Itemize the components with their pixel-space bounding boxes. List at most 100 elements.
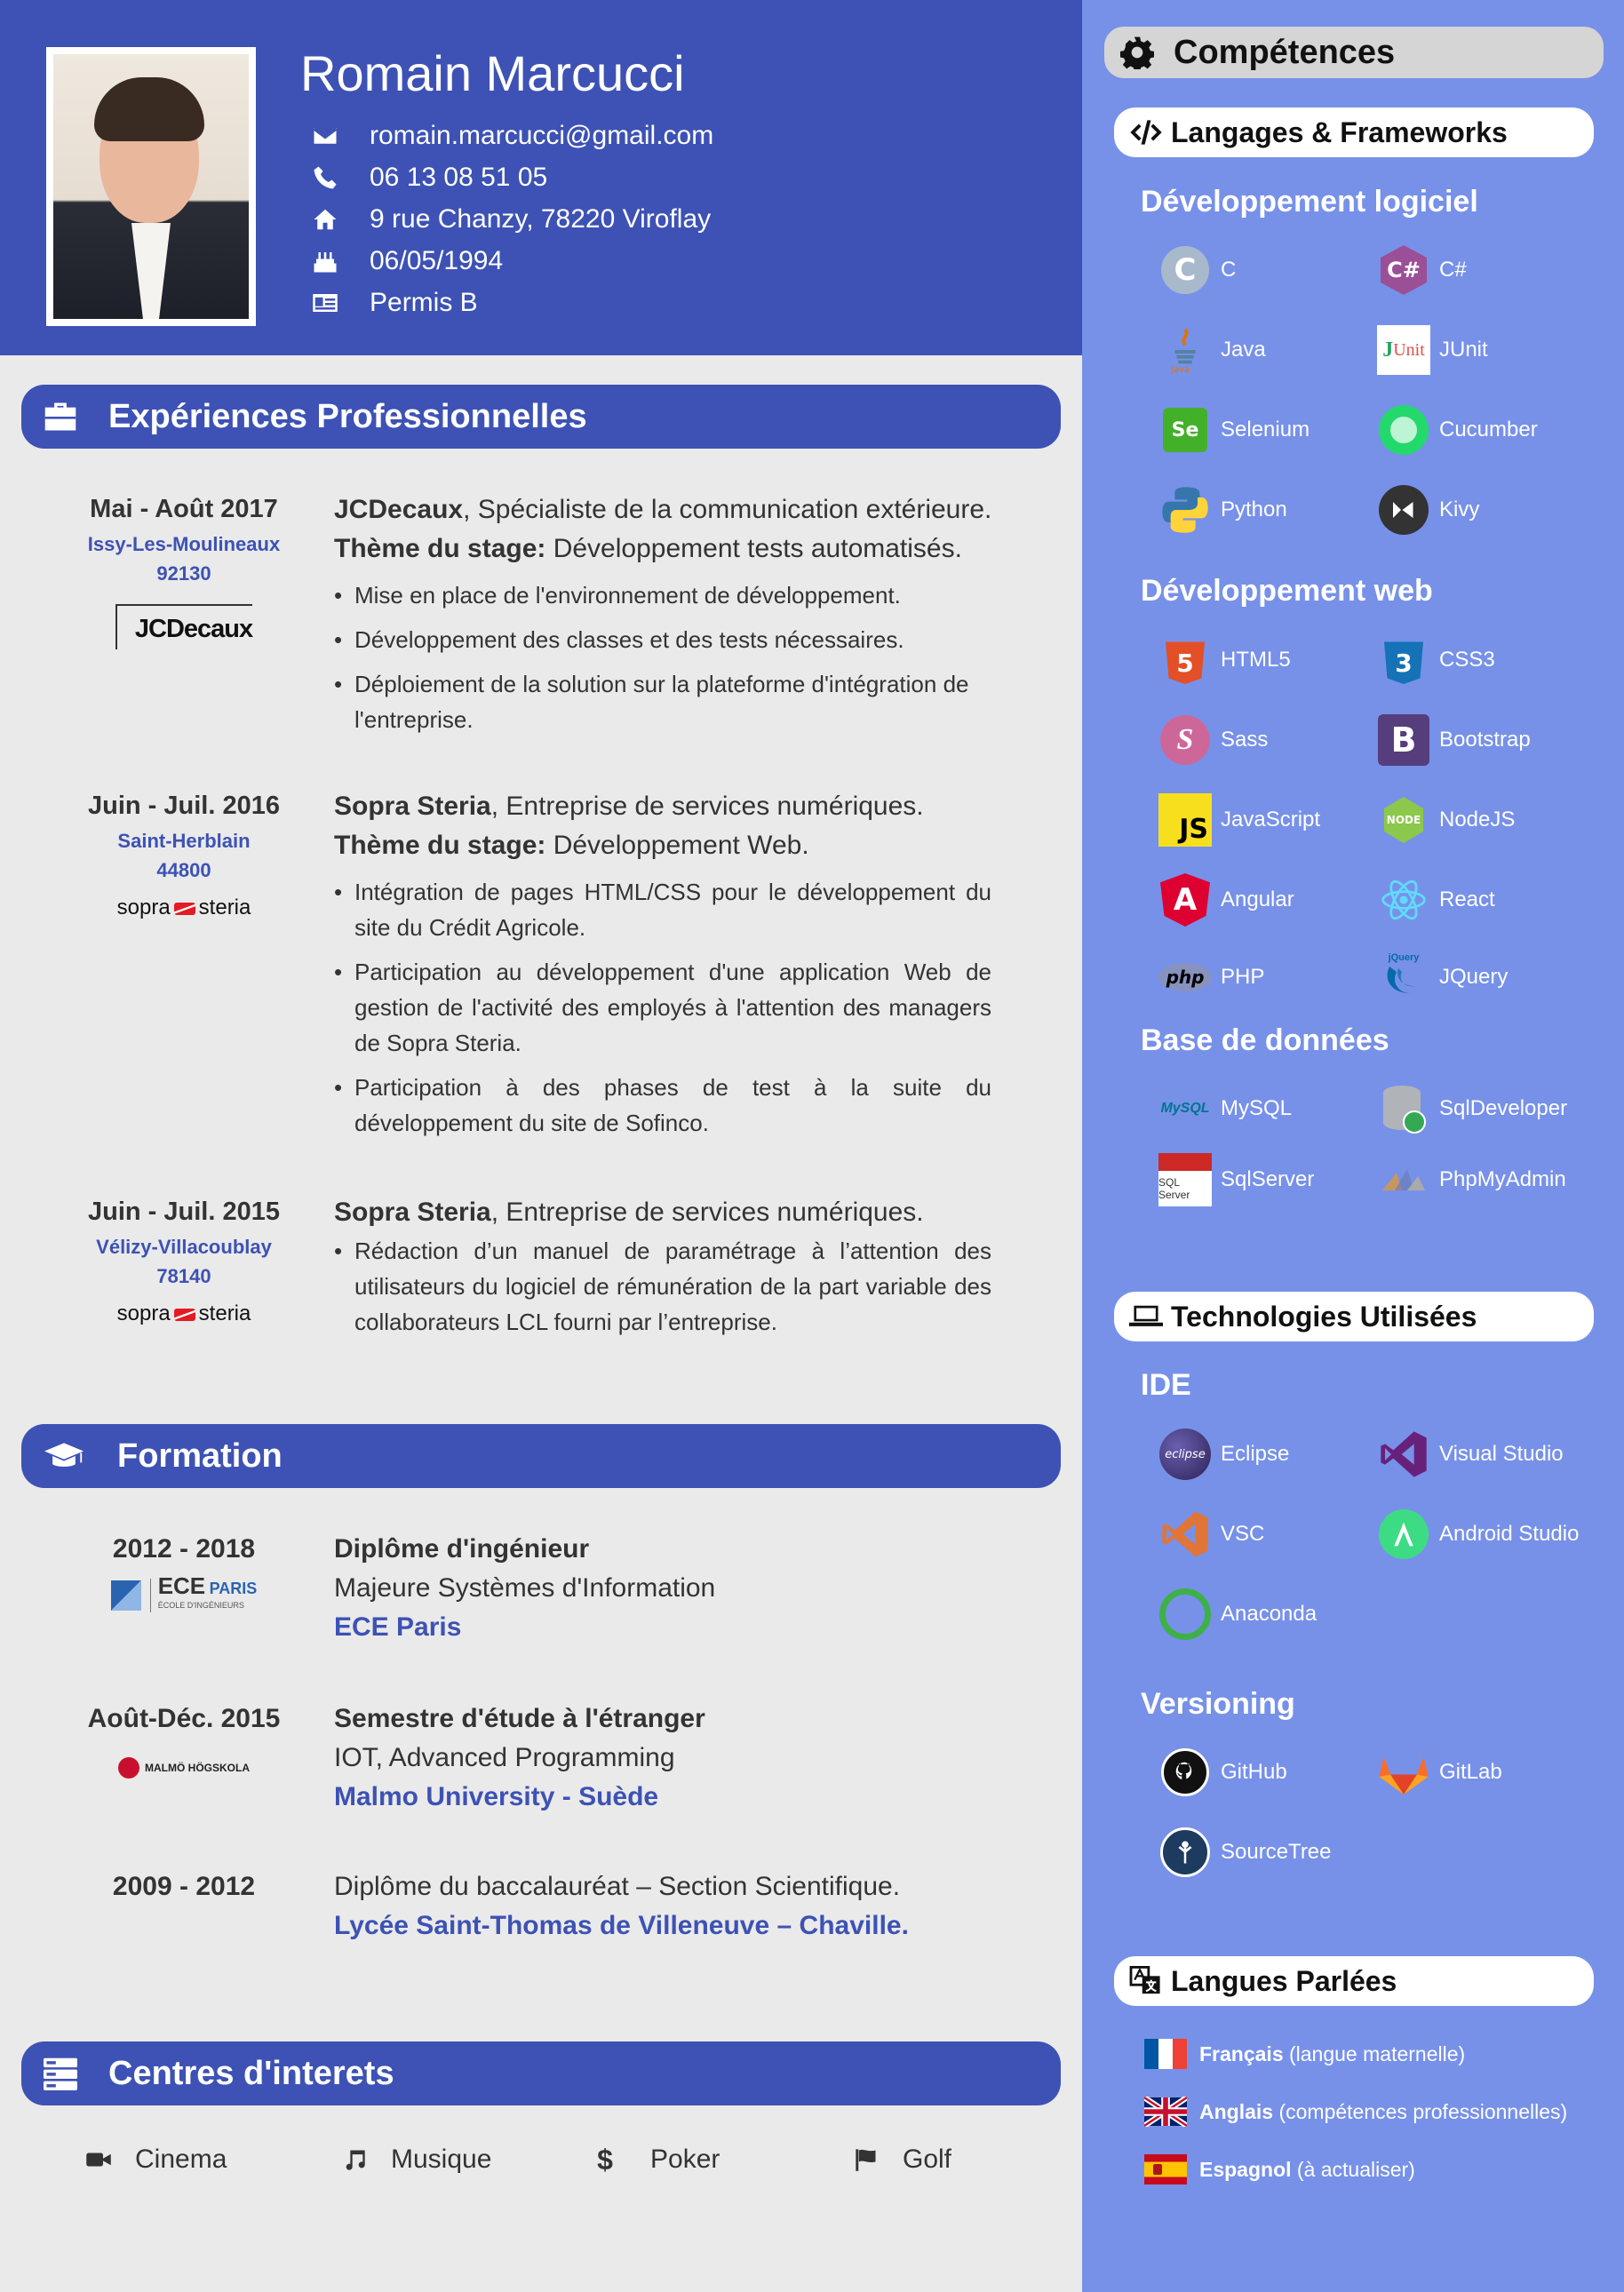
c-logo: C [1157,243,1214,297]
laptop-icon [1128,1301,1164,1333]
skill-junit: J Unit JUnit [1375,323,1488,377]
music-note-icon [339,2146,370,2173]
list-item: Développement des classes et des tests n… [334,622,991,657]
html5-logo: 5 [1157,633,1214,687]
id-card-icon [311,290,339,316]
interest-poker: $ Poker [590,2144,720,2176]
education-school: ECE Paris [334,1612,462,1642]
phone-icon [311,164,339,191]
education-title: Diplôme d'ingénieur [334,1534,590,1564]
interest-golf: Golf [851,2145,951,2175]
anaconda-logo [1157,1588,1214,1641]
contact-birthdate: 06/05/1994 [311,243,503,279]
experience-postcode: 92130 [156,562,211,585]
list-item: Intégration de pages HTML/CSS pour le dé… [334,874,991,945]
interest-label: Musique [391,2145,492,2174]
skill-css3: 3 CSS3 [1375,633,1495,687]
list-icon [39,2056,82,2091]
skill-bootstrap: B Bootstrap [1375,713,1531,767]
category-title: Développement web [1141,574,1433,608]
skill-anaconda: Anaconda [1157,1588,1317,1641]
experience-bullets: Rédaction d’un manuel de paramétrage à l… [334,1233,991,1349]
contact-phone: 06 13 08 51 05 [311,160,547,195]
experience-bullets: Mise en place de l'environnement de déve… [334,577,991,746]
skill-sqldeveloper: SqlDeveloper [1375,1082,1567,1135]
junit-logo: J Unit [1375,323,1432,377]
education-title: Semestre d'étude à l'étranger [334,1704,705,1733]
language-icon [1128,1965,1164,1997]
experience-date: Juin - Juil. 2015 [88,1198,280,1226]
flag-icon [851,2146,881,2173]
experience-location: Saint-Herblain [117,830,251,852]
sqlserver-logo: SQL Server [1157,1153,1214,1206]
sourcetree-logo [1157,1826,1214,1879]
skill-eclipse: eclipse Eclipse [1157,1428,1289,1481]
language-item-english: Anglais (compétences professionnelles) [1144,2094,1567,2129]
skill-selenium: Se Selenium [1157,403,1310,457]
skill-vsc: VSC [1157,1508,1264,1561]
ece-paris-logo: ECE PARIS ÉCOLE D'INGÉNIEURS [53,1574,314,1613]
vscode-logo [1157,1508,1214,1561]
language-item-spanish: Espagnol (à actualiser) [1144,2152,1415,2187]
education-school: Lycée Saint-Thomas de Villeneuve – Chavi… [334,1911,909,1940]
skill-mysql: MySQL MySQL [1157,1082,1292,1135]
javascript-logo: JS [1157,793,1214,847]
skill-jquery: jQuery JQuery [1375,951,1508,1004]
email-text[interactable]: romain.marcucci@gmail.com [370,121,713,151]
category-title: IDE [1141,1368,1191,1402]
experience-postcode: 78140 [156,1265,211,1287]
license-text: Permis B [370,288,478,317]
video-camera-icon [84,2146,114,2173]
skill-gitlab: GitLab [1375,1746,1502,1799]
malmo-logo: MALMÖ HÖGSKOLA [53,1755,314,1781]
skill-c: C C [1157,243,1236,297]
cucumber-logo [1375,403,1432,457]
php-logo: php [1157,951,1214,1004]
jcdecaux-logo: JCDecaux [53,604,314,657]
selenium-logo: Se [1157,403,1214,457]
birthdate-text: 06/05/1994 [370,246,504,275]
graduation-cap-icon [43,1438,85,1474]
interests-section-title: Centres d'interets [108,2054,394,2092]
kivy-logo [1375,483,1432,537]
language-item-french: Français (langue maternelle) [1144,2036,1465,2072]
skills-section-title: Compétences [1174,33,1396,71]
education-subtitle: IOT, Advanced Programming [334,1743,675,1772]
experience-section-header: Expériences Professionnelles [21,385,1061,449]
skill-python: Python [1157,483,1287,537]
header: Romain Marcucci romain.marcucci@gmail.co… [0,0,1082,355]
experience-theme: Thème du stage: Développement Web. [334,831,809,860]
css3-logo: 3 [1375,633,1432,687]
skill-java: Java Java [1157,323,1266,377]
skill-phpmyadmin: PhpMyAdmin [1375,1153,1566,1206]
experience-theme: Thème du stage: Développement tests auto… [334,534,962,563]
birthday-cake-icon [311,248,339,275]
skill-sqlserver: SQL Server SqlServer [1157,1153,1314,1206]
gear-icon [1119,36,1155,72]
category-title: Versioning [1141,1687,1295,1721]
experience-location: Vélizy-Villacoublay [96,1236,272,1258]
education-date: 2012 - 2018 [112,1534,256,1564]
skill-php: php PHP [1157,951,1264,1004]
csharp-logo: C# [1375,243,1432,297]
sopra-steria-logo: sopra steria [116,895,251,919]
interest-cinema: Cinema [84,2145,227,2175]
jquery-logo: jQuery [1375,951,1432,1004]
category-title: Base de données [1141,1023,1389,1057]
code-icon [1128,116,1164,148]
skill-android-studio: Android Studio [1375,1508,1579,1561]
lang-frameworks-header: Langages & Frameworks [1114,107,1594,157]
experience-section-title: Expériences Professionnelles [108,397,587,435]
sass-logo: S [1157,713,1214,767]
phone-text: 06 13 08 51 05 [370,163,548,192]
github-logo [1157,1746,1214,1799]
technologies-title: Technologies Utilisées [1171,1300,1477,1333]
experience-location: Issy-Les-Moulineaux [87,533,281,555]
interest-label: Poker [650,2145,720,2174]
sopra-steria-logo: sopra steria [116,1301,251,1325]
mysql-logo: MySQL [1160,1101,1210,1116]
list-item: Rédaction d’un manuel de paramétrage à l… [334,1233,991,1340]
contact-address: 9 rue Chanzy, 78220 Viroflay [311,202,711,237]
skill-angular: A Angular [1157,873,1294,927]
experience-date: Juin - Juil. 2016 [88,792,280,820]
